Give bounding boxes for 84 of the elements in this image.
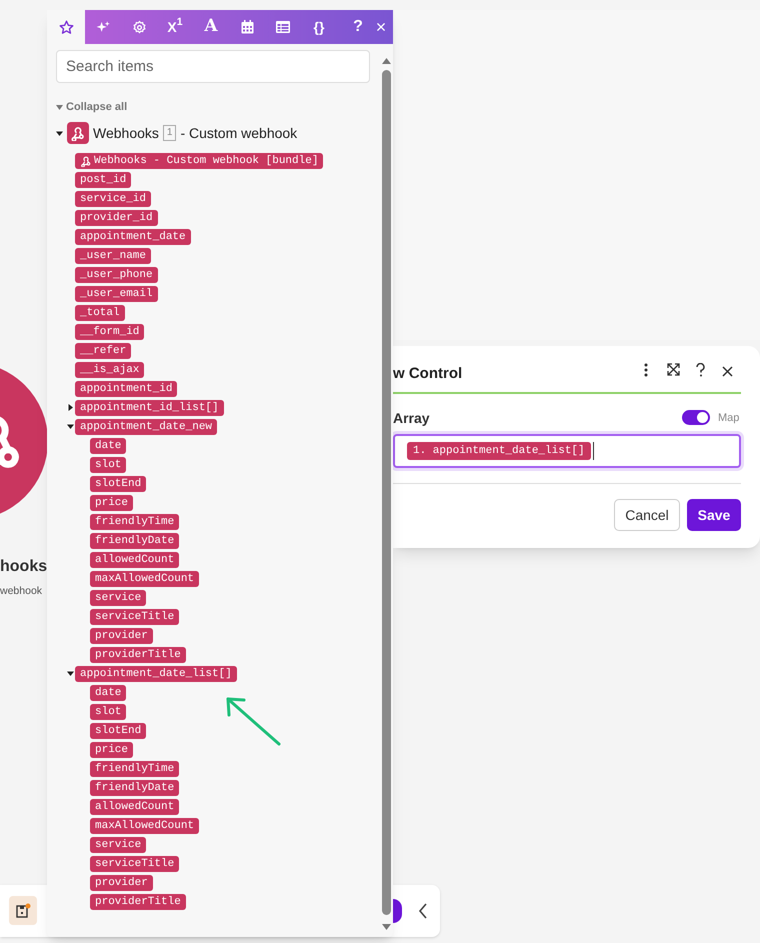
cancel-button[interactable]: Cancel [614,499,680,531]
module-number-badge: 1 [162,125,176,141]
help-icon[interactable] [696,363,705,377]
map-label: Map [718,411,740,426]
mapping-item-pill[interactable]: appointment_date_new [75,418,218,434]
text-functions-tab[interactable]: A [193,10,229,44]
mapping-item-pill[interactable]: allowedCount [90,798,180,814]
table-icon [276,21,290,33]
mapping-item-pill[interactable]: date [90,684,126,700]
webhook-app-icon [67,122,89,144]
mapped-value-pill[interactable]: 1. appointment_date_list[] [407,442,591,460]
chevron-left-icon[interactable] [418,903,428,919]
sparkle-icon [96,20,110,34]
mapping-item-pill[interactable]: provider [90,628,153,644]
close-button[interactable]: × [369,10,393,44]
dialog-title: w Control [393,364,462,384]
mapping-item-pill[interactable]: maxAllowedCount [90,818,200,834]
mapping-item-pill[interactable]: service [90,836,146,852]
webhook-icon [80,154,92,166]
run-button[interactable] [393,899,402,923]
math-tab[interactable]: X$^{1}$ [157,10,193,44]
mapping-item-pill[interactable]: date [90,438,126,454]
mapping-item-pill[interactable]: slotEnd [90,476,146,492]
mapping-item-pill[interactable]: slot [90,704,126,720]
calendar-icon [240,20,254,34]
mapping-item-pill[interactable]: _total [75,304,125,320]
json-tab[interactable]: {} [301,10,337,44]
map-toggle[interactable] [682,410,710,425]
caret-down-icon [56,104,63,110]
mapping-item-pill[interactable]: provider_id [75,210,158,226]
close-icon[interactable] [722,366,733,377]
collapse-all-button[interactable]: Collapse all [56,99,128,116]
module-subtitle: webhook [0,584,42,599]
caret-down-icon[interactable] [56,130,63,136]
mapping-item-pill[interactable]: providerTitle [90,894,186,910]
expand-icon[interactable] [667,363,680,376]
star-icon [58,20,74,34]
mapping-item-pill[interactable]: friendlyDate [90,780,180,796]
mapping-item-pill[interactable]: __is_ajax [75,362,144,378]
mapping-item-pill[interactable]: slotEnd [90,722,146,738]
mapping-item-pill[interactable]: _user_phone [75,266,158,282]
mapping-item-pill[interactable]: __refer [75,342,132,358]
save-button[interactable]: Save [687,499,741,531]
save-status-button[interactable] [9,896,37,925]
module-title: - Custom webhook [180,124,298,142]
module-title: hooks [0,557,48,577]
mapping-item-pill[interactable]: provider [90,874,153,890]
array-input-field[interactable]: 1. appointment_date_list[] [393,434,741,468]
mapping-item-pill[interactable]: _user_email [75,286,158,302]
text-cursor [592,442,594,460]
mapping-item-pill[interactable]: providerTitle [90,646,186,662]
scroll-up-icon[interactable] [382,58,391,64]
mapping-item-pill[interactable]: serviceTitle [90,856,180,872]
caret-down-icon[interactable] [67,423,74,430]
mapping-item-pill[interactable]: price [90,494,134,510]
mapping-item-pill[interactable]: serviceTitle [90,608,180,624]
caret-right-icon[interactable] [67,404,74,411]
mapping-item-pill[interactable]: appointment_date_list[] [75,666,237,682]
search-field[interactable]: Search items [56,50,370,83]
mapping-item-pill[interactable]: friendlyDate [90,532,180,548]
mapping-item-pill[interactable]: __form_id [75,324,144,340]
mapping-item-pill[interactable]: post_id [75,172,132,188]
mapping-item-pill[interactable]: allowedCount [90,552,180,568]
scrollbar-thumb[interactable] [382,70,391,915]
mapping-item-pill[interactable]: service [90,590,146,606]
mapping-item-pill[interactable]: Webhooks - Custom webhook [bundle] [75,152,324,168]
mapping-item-pill[interactable]: friendlyTime [90,514,180,530]
more-options-icon[interactable] [644,363,648,377]
mapping-item-pill[interactable]: slot [90,456,126,472]
annotation-arrow [224,695,282,747]
mapping-item-pill[interactable]: appointment_id [75,380,178,396]
caret-down-icon[interactable] [67,670,74,677]
mapping-item-pill[interactable]: service_id [75,190,152,206]
scroll-down-icon[interactable] [382,924,391,930]
mapping-item-pill[interactable]: maxAllowedCount [90,570,200,586]
mapping-item-pill[interactable]: friendlyTime [90,760,180,776]
mapping-item-pill[interactable]: appointment_date [75,228,191,244]
module-name: Webhooks [93,124,159,142]
field-label: Array [393,409,430,428]
help-button[interactable]: ? [347,10,369,44]
mapping-item-pill[interactable]: appointment_id_list[] [75,400,224,416]
mapping-item-pill[interactable]: _user_name [75,248,152,264]
mapping-item-pill[interactable]: price [90,742,134,758]
gear-icon [132,20,146,34]
